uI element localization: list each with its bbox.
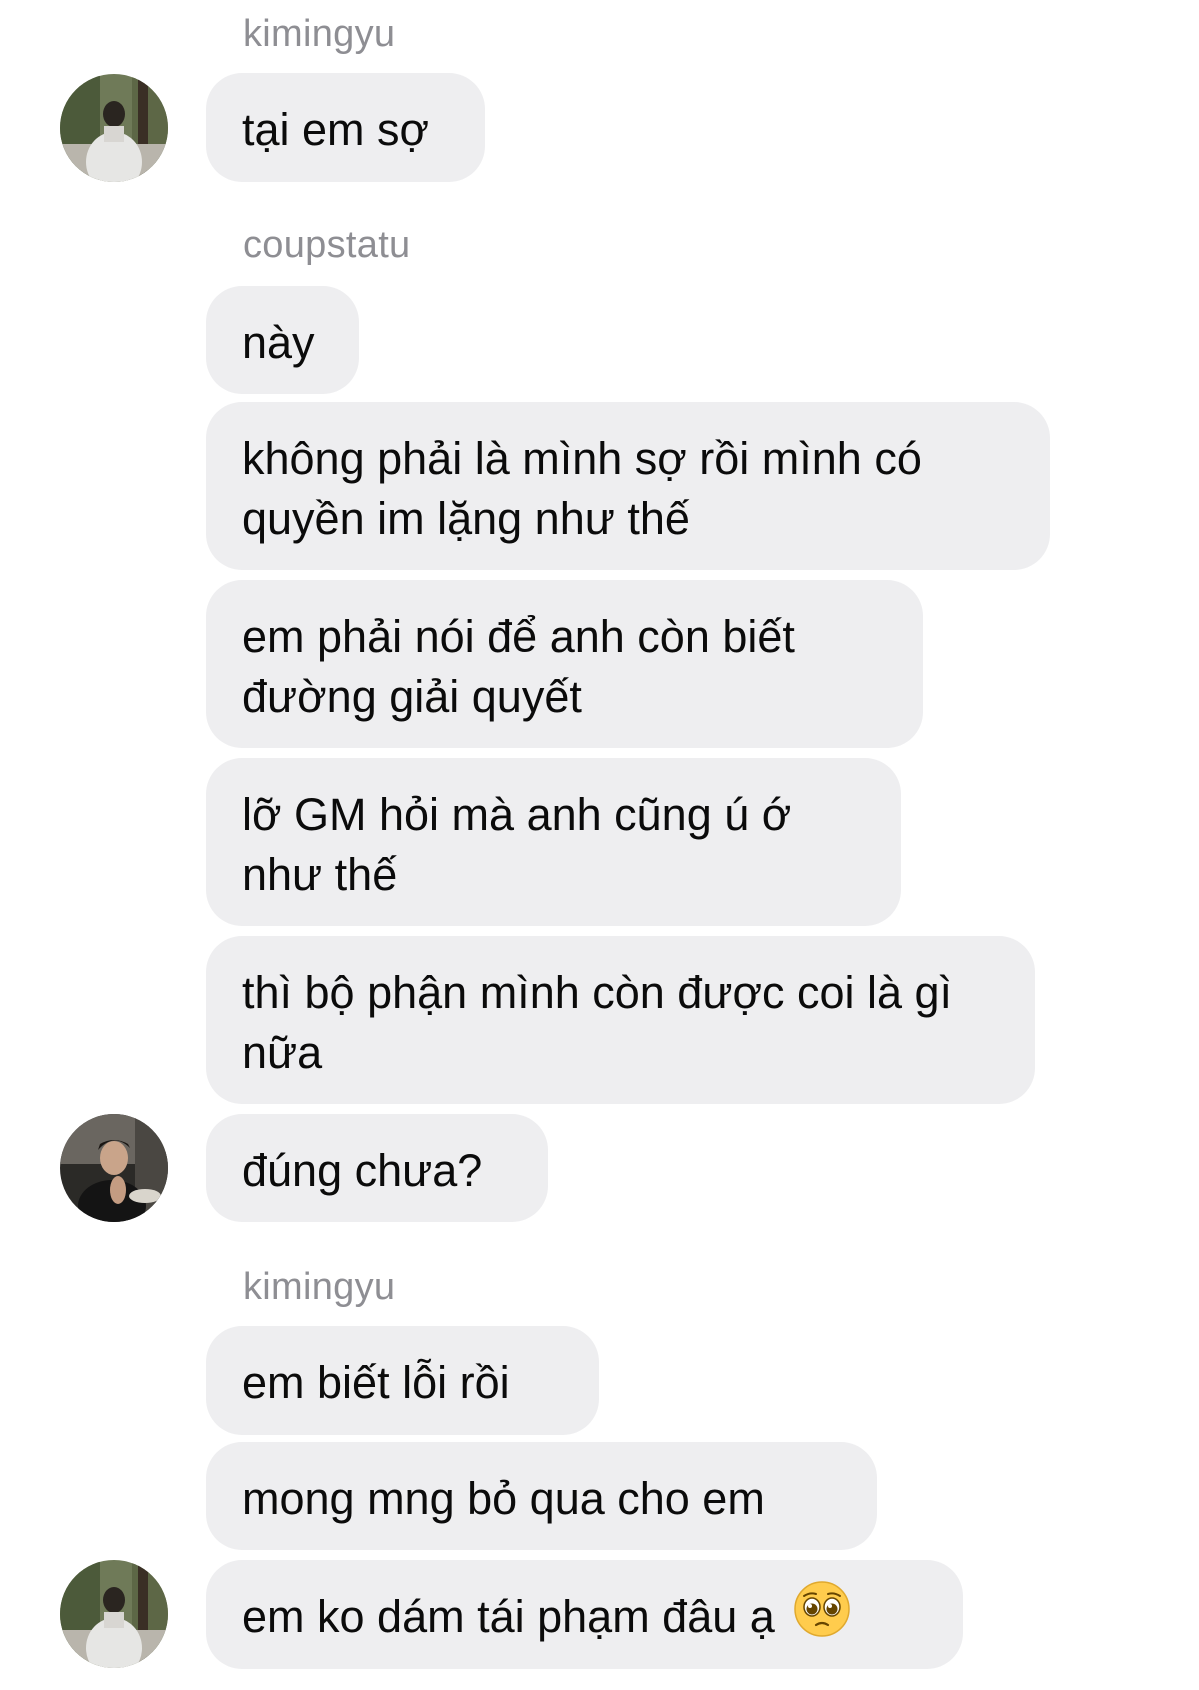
message-text: em biết lỗi rồi bbox=[242, 1357, 510, 1408]
avatar-photo-icon bbox=[60, 74, 168, 182]
message-text: thì bộ phận mình còn được coi là gì nữa bbox=[242, 967, 953, 1078]
message-text: em phải nói để anh còn biết đường giải q… bbox=[242, 611, 795, 722]
sender-name-kimingyu: kimingyu bbox=[243, 13, 396, 55]
sender-name-kimingyu: kimingyu bbox=[243, 1266, 396, 1308]
message-bubble[interactable]: em ko dám tái phạm đâu ạ bbox=[206, 1560, 963, 1669]
message-text: này bbox=[242, 317, 315, 368]
message-bubble[interactable]: đúng chưa? bbox=[206, 1114, 548, 1222]
avatar-photo-icon bbox=[60, 1560, 168, 1668]
avatar-kimingyu[interactable] bbox=[60, 74, 168, 182]
message-text: tại em sợ bbox=[242, 104, 430, 155]
message-bubble[interactable]: em biết lỗi rồi bbox=[206, 1326, 599, 1435]
message-bubble[interactable]: này bbox=[206, 286, 359, 394]
message-bubble[interactable]: tại em sợ bbox=[206, 73, 485, 182]
message-text: lỡ GM hỏi mà anh cũng ú ớ như thế bbox=[242, 789, 792, 900]
message-text: mong mng bỏ qua cho em bbox=[242, 1473, 765, 1524]
message-text: em ko dám tái phạm đâu ạ bbox=[242, 1591, 775, 1642]
message-text: không phải là mình sợ rồi mình có quyền … bbox=[242, 433, 922, 544]
message-bubble[interactable]: thì bộ phận mình còn được coi là gì nữa bbox=[206, 936, 1035, 1104]
message-text: đúng chưa? bbox=[242, 1145, 483, 1196]
avatar-coupstatu[interactable] bbox=[60, 1114, 168, 1222]
message-bubble[interactable]: em phải nói để anh còn biết đường giải q… bbox=[206, 580, 923, 748]
avatar-photo-icon bbox=[60, 1114, 168, 1222]
message-bubble[interactable]: lỡ GM hỏi mà anh cũng ú ớ như thế bbox=[206, 758, 901, 926]
message-bubble[interactable]: mong mng bỏ qua cho em bbox=[206, 1442, 877, 1550]
pleading-face-emoji bbox=[793, 1580, 851, 1653]
message-bubble[interactable]: không phải là mình sợ rồi mình có quyền … bbox=[206, 402, 1050, 570]
avatar-kimingyu[interactable] bbox=[60, 1560, 168, 1668]
sender-name-coupstatu: coupstatu bbox=[243, 224, 411, 266]
